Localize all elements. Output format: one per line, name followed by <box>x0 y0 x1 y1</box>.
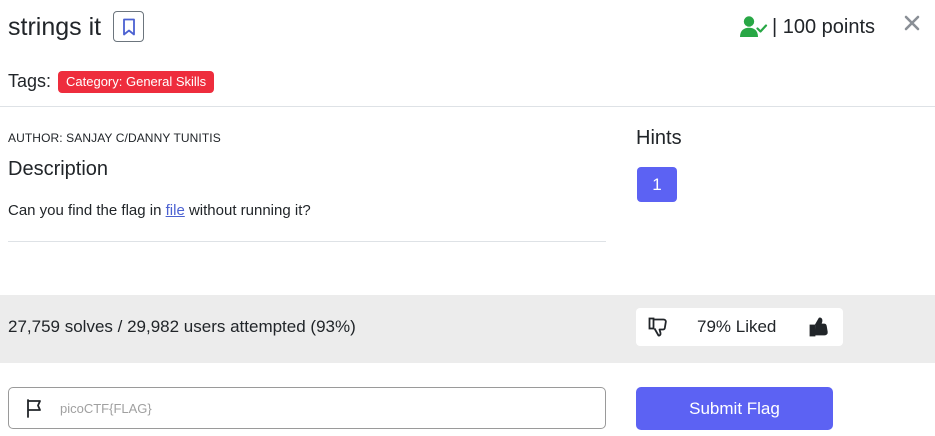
submit-flag-button[interactable]: Submit Flag <box>636 387 833 430</box>
category-tag[interactable]: Category: General Skills <box>58 71 215 93</box>
description-divider <box>8 241 606 242</box>
header-divider <box>0 106 935 107</box>
dislike-button[interactable] <box>648 316 670 338</box>
challenge-title: strings it <box>8 13 102 41</box>
close-icon <box>904 15 920 31</box>
flag-icon <box>25 398 45 418</box>
author-label: AUTHOR: SANJAY C/DANNY TUNITIS <box>8 131 221 145</box>
solved-indicator <box>740 14 768 40</box>
hints-heading: Hints <box>636 127 682 149</box>
liked-percentage: 79% Liked <box>697 317 777 336</box>
description-text-end: without running it? <box>184 202 311 219</box>
description-text: Can you find the flag in file without ru… <box>8 201 311 221</box>
tags-label: Tags: <box>8 71 52 91</box>
bookmark-button[interactable] <box>113 11 144 42</box>
description-text-start: Can you find the flag in <box>8 202 166 219</box>
thumbs-down-icon <box>648 317 667 337</box>
thumbs-up-icon <box>809 317 828 337</box>
like-button[interactable] <box>809 316 831 338</box>
hint-button-1[interactable]: 1 <box>637 167 677 202</box>
points-label: | 100 points <box>772 16 876 38</box>
solves-stats: 27,759 solves / 29,982 users attempted (… <box>8 317 356 336</box>
close-button[interactable] <box>902 12 922 34</box>
file-link[interactable]: file <box>166 202 185 219</box>
bookmark-icon <box>122 18 135 35</box>
user-check-icon <box>740 16 768 37</box>
description-heading: Description <box>8 158 109 180</box>
flag-input[interactable] <box>60 392 590 424</box>
